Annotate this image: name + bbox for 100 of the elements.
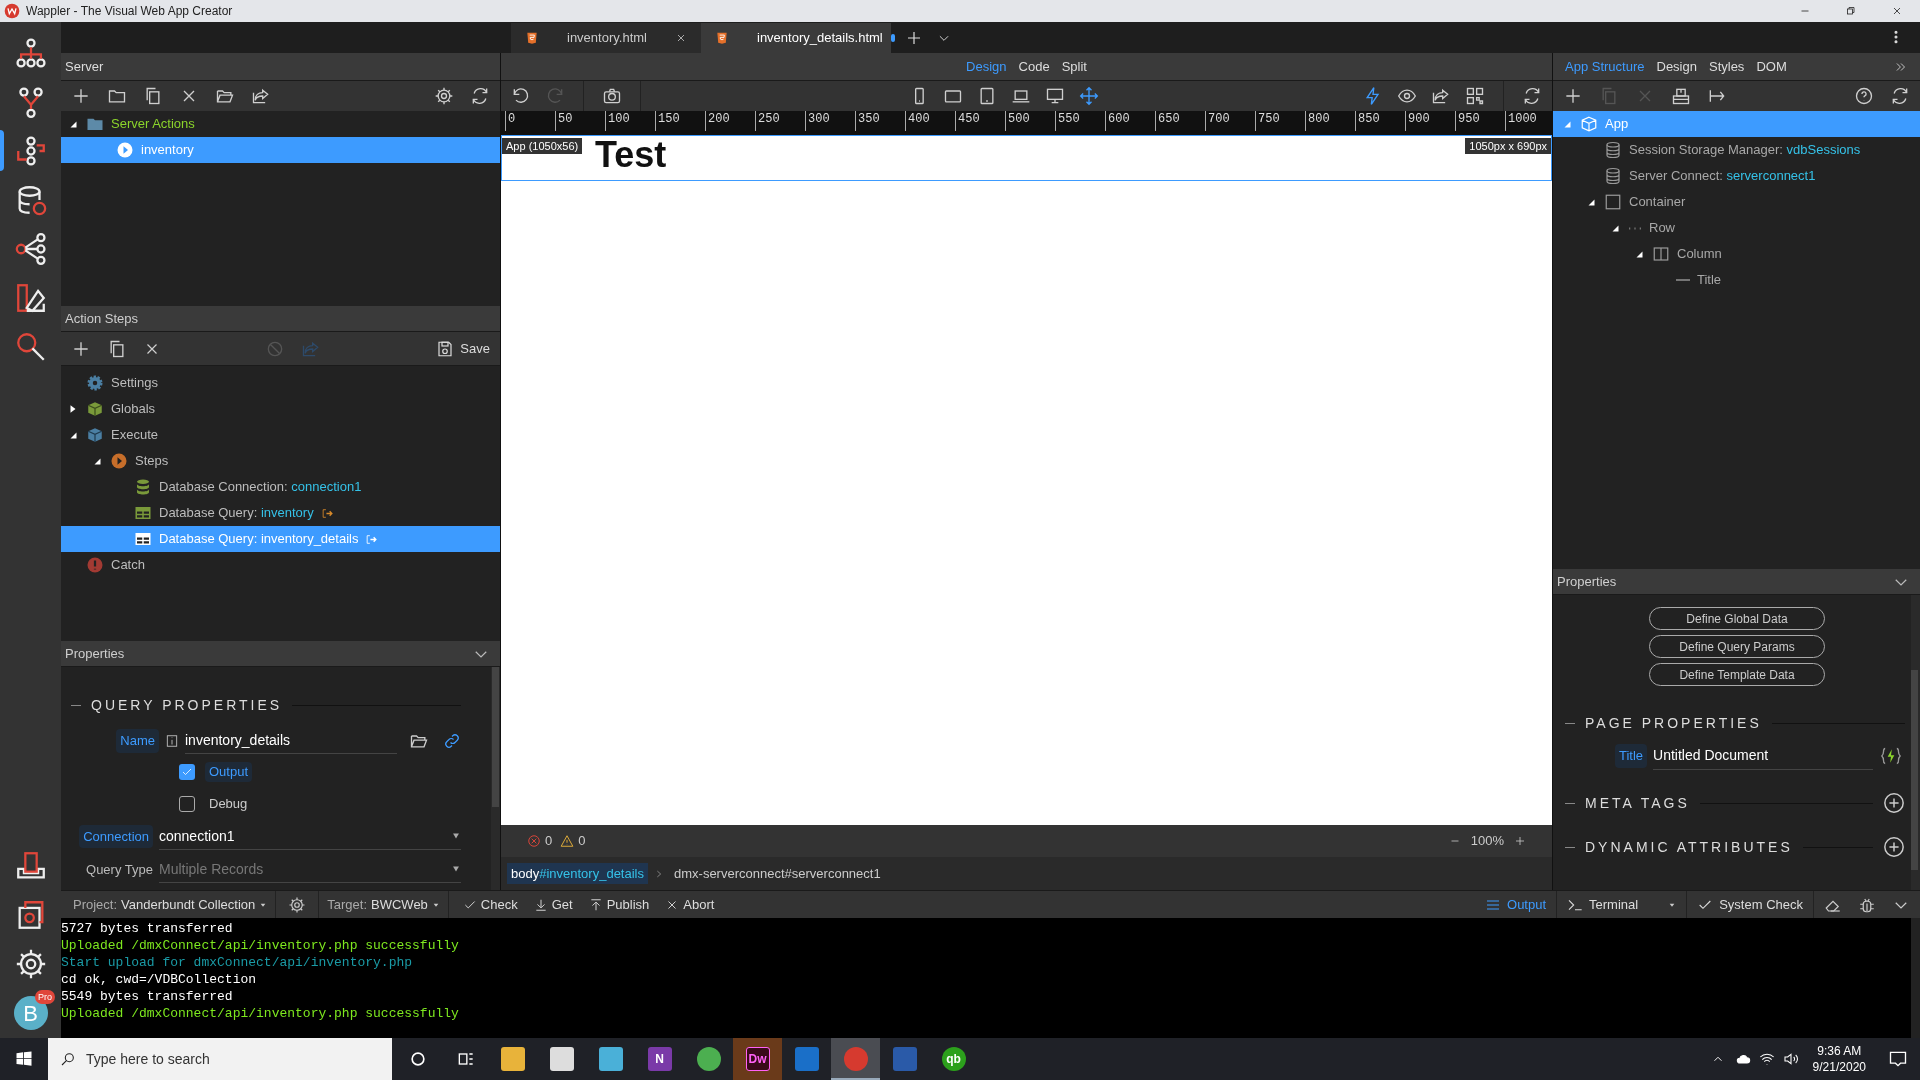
qr-code-icon[interactable] xyxy=(1465,86,1485,106)
add-icon[interactable] xyxy=(1883,836,1905,858)
app-badge: Dw xyxy=(745,1047,770,1071)
refresh-icon[interactable] xyxy=(1890,86,1910,106)
breadcrumb-item[interactable]: body#inventory_details xyxy=(507,862,648,885)
table-icon xyxy=(134,530,152,548)
close-icon[interactable] xyxy=(675,32,687,44)
pro-badge: Pro xyxy=(35,990,55,1004)
info-icon[interactable] xyxy=(165,734,179,748)
tree-item[interactable]: Session Storage Manager: vdbSessions xyxy=(1553,137,1920,163)
save-button[interactable]: Save xyxy=(436,338,490,359)
package-icon[interactable] xyxy=(1671,86,1691,106)
add-icon[interactable] xyxy=(1883,792,1905,814)
error-icon xyxy=(86,556,104,574)
panel-tab[interactable]: DOM xyxy=(1756,56,1787,77)
square-icon xyxy=(1604,193,1622,211)
page-heading: Test xyxy=(595,133,667,177)
toolbar-button[interactable]: Check xyxy=(454,890,526,919)
warning-count: 0 xyxy=(578,832,586,851)
undo-icon[interactable] xyxy=(511,86,531,106)
toolbar-button[interactable]: Get xyxy=(525,890,581,919)
desktop-icon[interactable] xyxy=(1045,86,1065,106)
scrollbar-thumb[interactable] xyxy=(1911,670,1918,870)
sitemap-icon[interactable] xyxy=(13,35,48,70)
tree-item[interactable]: Column xyxy=(1553,241,1920,267)
dynamic-data-icon[interactable] xyxy=(1881,746,1901,766)
upload-icon xyxy=(588,897,603,912)
tree-item[interactable]: Database Query: inventory xyxy=(61,500,500,526)
target-dropdown[interactable]: Target: BWCWeb xyxy=(319,890,448,919)
search-field[interactable]: Type here to search xyxy=(48,1038,392,1080)
panel-tab[interactable]: Design xyxy=(1656,56,1697,77)
console-line: 5549 bytes transferred xyxy=(61,988,234,1005)
volume-icon[interactable] xyxy=(1782,1051,1799,1067)
panel-tab[interactable]: Styles xyxy=(1708,56,1745,77)
select-field[interactable]: connection1 xyxy=(159,823,461,850)
tree-item[interactable]: Server Connect: serverconnect1 xyxy=(1553,163,1920,189)
view-tab[interactable]: Design xyxy=(966,56,1007,77)
html5-icon xyxy=(525,31,539,45)
add-icon[interactable] xyxy=(1563,86,1583,106)
cortana-icon[interactable] xyxy=(408,1049,428,1069)
share-nodes-icon[interactable] xyxy=(13,231,48,266)
element-label: App (1050x56) xyxy=(502,138,583,154)
wifi-icon[interactable] xyxy=(1758,1051,1775,1067)
link-icon[interactable] xyxy=(443,732,461,750)
tree-item[interactable]: Database Connection: connection1 xyxy=(61,474,500,500)
tree-item[interactable]: Execute xyxy=(61,422,500,448)
close-icon xyxy=(1891,5,1903,17)
taskbar-app[interactable]: Dw xyxy=(733,1038,782,1080)
ruler-label: 850 xyxy=(1355,111,1405,131)
tree-item[interactable]: Catch xyxy=(61,552,500,578)
share-icon[interactable] xyxy=(251,86,271,106)
zoom-in-icon[interactable] xyxy=(1514,835,1526,847)
refresh-icon[interactable] xyxy=(470,86,490,106)
windows-start-icon[interactable] xyxy=(14,1049,34,1069)
database-icon xyxy=(1604,141,1622,159)
taskbar-app[interactable]: N xyxy=(635,1038,684,1080)
clock-time[interactable]: 9:36 AM xyxy=(1817,1043,1862,1059)
tree-item[interactable]: Server Actions xyxy=(61,111,500,137)
title-field[interactable]: Untitled Document xyxy=(1653,742,1873,770)
camera-icon[interactable] xyxy=(602,86,622,106)
tree-item[interactable]: Settings xyxy=(61,370,500,396)
save-icon xyxy=(436,339,455,358)
tree-item[interactable]: Row xyxy=(1553,215,1920,241)
tree-item[interactable]: Globals xyxy=(61,396,500,422)
settings-icon[interactable] xyxy=(434,86,454,106)
settings-icon[interactable] xyxy=(288,895,307,914)
toolbar-button[interactable]: Publish xyxy=(580,890,658,919)
checkbox[interactable] xyxy=(179,796,195,812)
scrollbar-thumb[interactable] xyxy=(492,667,499,807)
new-tab-icon[interactable] xyxy=(905,29,923,47)
help-icon[interactable] xyxy=(1854,86,1874,106)
scrollbar[interactable] xyxy=(1911,918,1920,1038)
view-tab[interactable]: Code xyxy=(1018,56,1050,77)
document-tab[interactable]: inventory.html xyxy=(511,23,701,53)
panel-title: Properties xyxy=(65,644,125,663)
clock-date[interactable]: 9/21/2020 xyxy=(1812,1059,1866,1075)
notification-icon[interactable] xyxy=(1888,1049,1908,1069)
refresh-icon[interactable] xyxy=(1522,86,1542,106)
tree-item[interactable]: Steps xyxy=(61,448,500,474)
ruler-label: 350 xyxy=(855,111,905,131)
ruler-label: 700 xyxy=(1205,111,1255,131)
share-icon[interactable] xyxy=(1431,86,1451,106)
checkbox-label: Debug xyxy=(208,795,249,814)
view-tab[interactable]: Split xyxy=(1061,56,1087,77)
move-icon[interactable] xyxy=(1079,86,1099,106)
checkbox[interactable] xyxy=(179,764,195,780)
panel-tab[interactable]: App Structure xyxy=(1565,56,1645,77)
toolbar-button[interactable]: Abort xyxy=(657,890,723,919)
project-dropdown[interactable]: Project: Vanderbundt Collection xyxy=(65,890,276,919)
tree-item[interactable]: Container xyxy=(1553,189,1920,215)
tree-item[interactable]: Title xyxy=(1553,267,1920,293)
breadcrumb-item[interactable]: dmx-serverconnect#serverconnect1 xyxy=(670,862,885,885)
columns-icon xyxy=(1652,245,1670,263)
add-icon[interactable] xyxy=(71,86,91,106)
html5-icon xyxy=(715,31,729,45)
box-icon xyxy=(86,400,104,418)
zoom-level: 100% xyxy=(1470,832,1504,851)
name-field[interactable]: inventory_details xyxy=(185,728,397,754)
select-field[interactable]: Multiple Records xyxy=(159,856,461,883)
box-icon xyxy=(86,426,104,444)
